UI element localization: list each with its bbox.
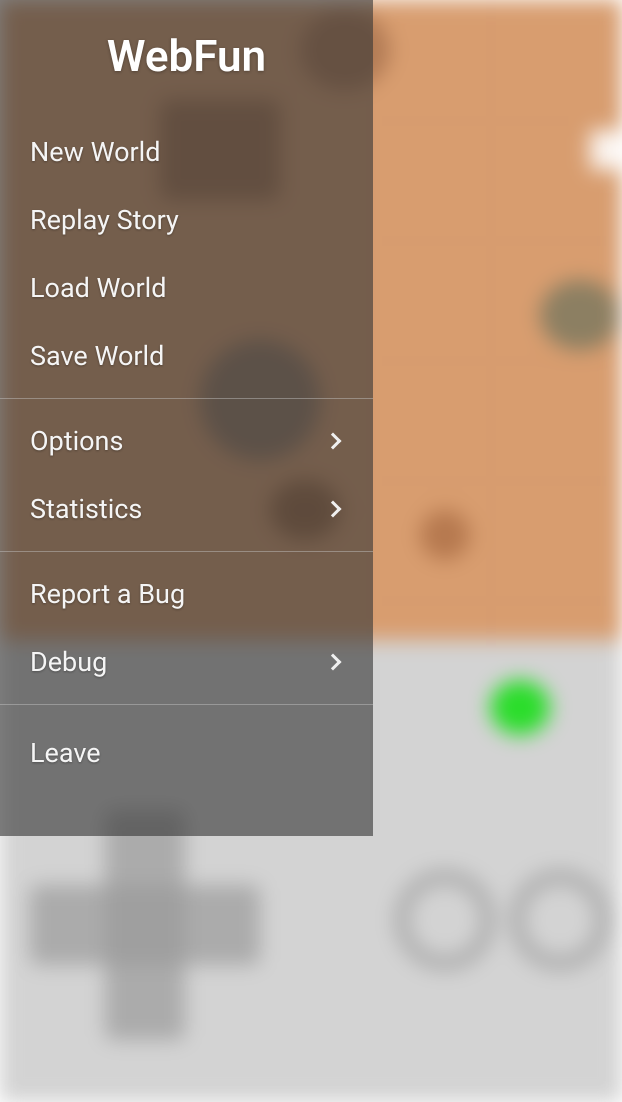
- menu-item-label: Save World: [30, 340, 343, 372]
- menu-item-options[interactable]: Options: [0, 407, 373, 475]
- menu-item-label: Statistics: [30, 493, 327, 525]
- menu-item-label: Replay Story: [30, 204, 343, 236]
- chevron-right-icon: [325, 501, 342, 518]
- menu-item-debug[interactable]: Debug: [0, 628, 373, 696]
- menu-item-label: Leave: [30, 737, 343, 769]
- menu-section-leave: Leave: [0, 705, 373, 795]
- chevron-right-icon: [325, 433, 342, 450]
- health-indicator: [490, 680, 550, 735]
- terrain-object: [590, 130, 622, 170]
- menu-item-label: Report a Bug: [30, 578, 343, 610]
- menu-item-leave[interactable]: Leave: [0, 719, 373, 787]
- menu-item-save-world[interactable]: Save World: [0, 322, 373, 390]
- menu-item-load-world[interactable]: Load World: [0, 254, 373, 322]
- terrain-object: [420, 510, 470, 560]
- menu-item-label: Debug: [30, 646, 327, 678]
- menu-section-world: New World Replay Story Load World Save W…: [0, 110, 373, 399]
- menu-section-settings: Options Statistics: [0, 399, 373, 552]
- menu-section-tools: Report a Bug Debug: [0, 552, 373, 705]
- menu-item-replay-story[interactable]: Replay Story: [0, 186, 373, 254]
- menu-item-label: Load World: [30, 272, 343, 304]
- action-button-a[interactable]: [395, 870, 495, 970]
- dpad-horizontal[interactable]: [30, 885, 260, 965]
- menu-item-new-world[interactable]: New World: [0, 118, 373, 186]
- app-title: WebFun: [0, 30, 373, 110]
- menu-item-label: New World: [30, 136, 343, 168]
- menu-item-statistics[interactable]: Statistics: [0, 475, 373, 543]
- terrain-object: [540, 280, 620, 350]
- menu-item-report-bug[interactable]: Report a Bug: [0, 560, 373, 628]
- main-menu: WebFun New World Replay Story Load World…: [0, 0, 373, 836]
- action-button-b[interactable]: [510, 870, 610, 970]
- chevron-right-icon: [325, 654, 342, 671]
- menu-item-label: Options: [30, 425, 327, 457]
